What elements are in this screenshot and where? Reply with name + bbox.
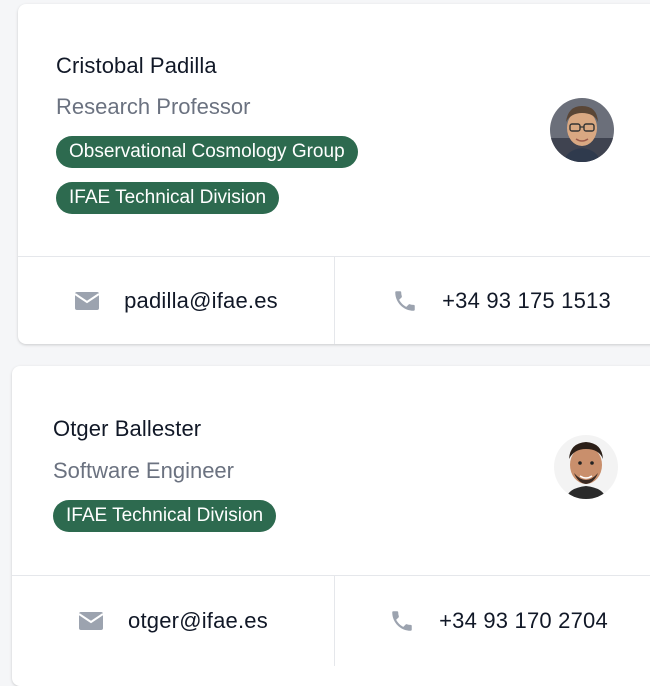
phone-link[interactable]: +34 93 175 1513 — [335, 257, 650, 344]
person-card: Otger Ballester Software Engineer IFAE T… — [12, 366, 650, 686]
phone-icon — [389, 608, 415, 634]
person-card-body: Otger Ballester Software Engineer IFAE T… — [12, 366, 650, 575]
person-photo-icon — [554, 435, 618, 499]
avatar — [554, 435, 618, 499]
group-badge[interactable]: IFAE Technical Division — [56, 182, 280, 214]
person-title: Software Engineer — [53, 458, 234, 483]
contact-footer: otger@ifae.es +34 93 170 2704 — [12, 575, 650, 666]
person-card: Cristobal Padilla Research Professor Obs… — [18, 4, 650, 344]
email-text: otger@ifae.es — [128, 608, 268, 633]
person-title: Research Professor — [56, 94, 251, 119]
person-photo-icon — [550, 98, 614, 162]
group-badge[interactable]: IFAE Technical Division — [53, 500, 277, 532]
group-badge[interactable]: Observational Cosmology Group — [56, 136, 358, 168]
person-name: Otger Ballester — [53, 416, 202, 441]
email-text: padilla@ifae.es — [124, 288, 278, 313]
email-link[interactable]: padilla@ifae.es — [18, 257, 335, 344]
phone-icon — [392, 288, 418, 314]
person-name: Cristobal Padilla — [56, 53, 217, 78]
phone-link[interactable]: +34 93 170 2704 — [335, 576, 650, 666]
phone-text: +34 93 170 2704 — [439, 608, 608, 633]
email-link[interactable]: otger@ifae.es — [12, 576, 335, 666]
contact-footer: padilla@ifae.es +34 93 175 1513 — [18, 256, 650, 344]
phone-text: +34 93 175 1513 — [442, 288, 611, 313]
mail-icon — [78, 608, 104, 634]
person-card-body: Cristobal Padilla Research Professor Obs… — [18, 4, 650, 256]
mail-icon — [74, 288, 100, 314]
avatar — [550, 98, 614, 162]
